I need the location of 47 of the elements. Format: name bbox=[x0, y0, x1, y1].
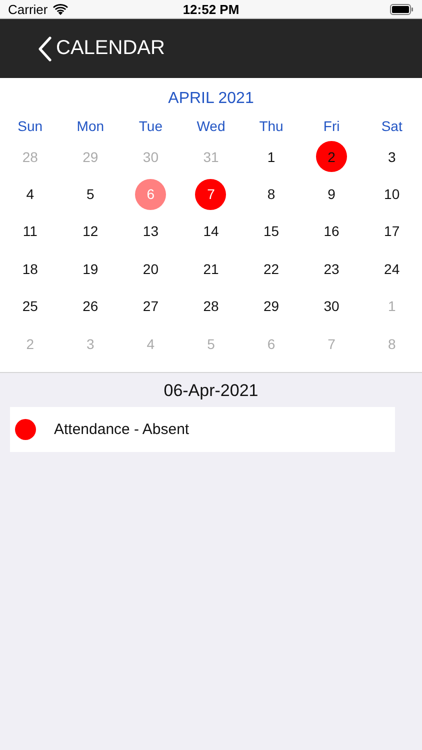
wifi-icon bbox=[52, 4, 68, 14]
calendar-day[interactable]: 5 bbox=[74, 178, 106, 210]
event-title: Attendance - Absent bbox=[54, 421, 190, 438]
calendar-day[interactable]: 28 bbox=[195, 290, 226, 322]
calendar-day[interactable]: 7 bbox=[195, 178, 226, 210]
calendar-day[interactable]: 26 bbox=[74, 290, 106, 322]
calendar-day[interactable]: 23 bbox=[316, 253, 348, 284]
back-chevron-icon bbox=[38, 36, 52, 62]
weekday-label: Tue bbox=[138, 118, 164, 136]
weekday-label: Thu bbox=[258, 118, 284, 136]
calendar-day[interactable]: 16 bbox=[316, 216, 348, 247]
battery-icon bbox=[390, 4, 414, 14]
calendar-day[interactable]: 1 bbox=[256, 141, 287, 172]
weekday-label: Mon bbox=[76, 118, 106, 136]
calendar-day[interactable]: 29 bbox=[256, 290, 287, 322]
calendar-day[interactable]: 12 bbox=[74, 216, 106, 247]
calendar-day[interactable]: 15 bbox=[256, 216, 287, 247]
weekday-label: Sun bbox=[16, 118, 44, 136]
calendar-day[interactable]: 8 bbox=[256, 178, 287, 210]
weekday-label: Fri bbox=[322, 118, 341, 136]
back-button[interactable]: CALENDAR bbox=[38, 34, 165, 64]
carrier-label: Carrier bbox=[8, 2, 48, 16]
back-title: CALENDAR bbox=[56, 37, 165, 60]
calendar-day[interactable]: 18 bbox=[14, 253, 46, 284]
calendar-day[interactable]: 14 bbox=[195, 216, 226, 247]
calendar-day[interactable]: 11 bbox=[14, 216, 46, 247]
calendar-day[interactable]: 9 bbox=[316, 178, 348, 210]
weekday-label: Sat bbox=[380, 118, 404, 136]
calendar-day[interactable]: 19 bbox=[74, 253, 106, 284]
calendar-day[interactable]: 24 bbox=[376, 253, 408, 284]
event-card[interactable]: Attendance - Absent bbox=[10, 407, 395, 452]
calendar-day[interactable]: 4 bbox=[14, 178, 46, 210]
calendar-day[interactable]: 17 bbox=[376, 216, 408, 247]
calendar-day[interactable]: 10 bbox=[376, 178, 408, 210]
calendar-day[interactable]: 3 bbox=[376, 141, 408, 172]
calendar-day[interactable]: 13 bbox=[135, 216, 166, 247]
calendar-day[interactable]: 27 bbox=[135, 290, 166, 322]
calendar-day[interactable]: 25 bbox=[14, 290, 46, 322]
calendar-day[interactable]: 2 bbox=[316, 141, 348, 172]
weekday-label: Wed bbox=[196, 118, 226, 136]
selected-date: 06-Apr-2021 bbox=[162, 381, 260, 402]
calendar-day[interactable]: 21 bbox=[195, 253, 226, 284]
calendar-day[interactable]: 20 bbox=[135, 253, 166, 284]
month-title: APRIL 2021 bbox=[167, 90, 255, 108]
status-time: 12:52 PM bbox=[182, 2, 240, 16]
calendar-day[interactable]: 30 bbox=[316, 290, 348, 322]
calendar-day[interactable]: 22 bbox=[256, 253, 287, 284]
